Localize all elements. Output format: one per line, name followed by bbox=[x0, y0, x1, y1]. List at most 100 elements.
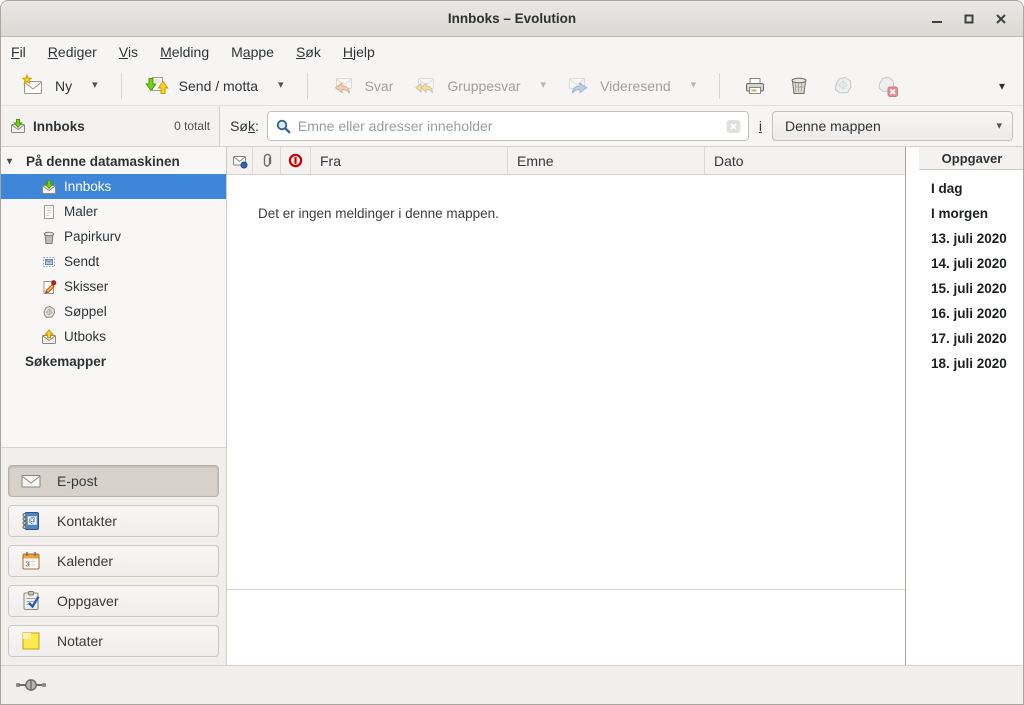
switcher-kalender-button[interactable]: 3 Kalender bbox=[8, 545, 219, 577]
todo-item-date[interactable]: 16. juli 2020 bbox=[931, 301, 1024, 326]
todo-item-date[interactable]: 13. juli 2020 bbox=[931, 226, 1024, 251]
menu-fil[interactable]: Fil bbox=[11, 41, 37, 63]
forward-icon bbox=[566, 74, 590, 98]
online-status-plug-icon[interactable] bbox=[15, 677, 47, 693]
todo-item-idag[interactable]: I dag bbox=[931, 176, 1024, 201]
folder-maler[interactable]: Maler bbox=[1, 199, 226, 224]
todo-item-date[interactable]: 18. juli 2020 bbox=[931, 351, 1024, 376]
reply-all-dropdown-icon[interactable]: ▾ bbox=[541, 80, 547, 91]
junk-button[interactable] bbox=[824, 69, 862, 103]
search-scope-value: Denne mappen bbox=[785, 118, 881, 134]
column-emne[interactable]: Emne bbox=[508, 147, 705, 174]
message-list-header: Fra Emne Dato bbox=[227, 147, 905, 175]
switcher-notater-button[interactable]: Notater bbox=[8, 625, 219, 657]
outbox-icon bbox=[41, 329, 57, 345]
search-input[interactable] bbox=[268, 118, 748, 134]
expander-icon[interactable]: ▾ bbox=[7, 156, 19, 167]
window-title: Innboks – Evolution bbox=[448, 11, 576, 26]
toolbar-separator bbox=[307, 73, 308, 99]
todo-item-date[interactable]: 17. juli 2020 bbox=[931, 326, 1024, 351]
send-receive-label: Send / motta bbox=[179, 78, 258, 94]
column-fra[interactable]: Fra bbox=[311, 147, 508, 174]
column-important[interactable] bbox=[281, 147, 311, 174]
menu-vis[interactable]: Vis bbox=[119, 41, 149, 63]
reply-all-label: Gruppesvar bbox=[447, 78, 520, 94]
forward-label: Videresend bbox=[600, 78, 671, 94]
new-message-label: Ny bbox=[55, 78, 72, 94]
menu-rediger[interactable]: Rediger bbox=[48, 41, 108, 63]
folder-sendt[interactable]: Sendt bbox=[1, 249, 226, 274]
menu-sok[interactable]: Søk bbox=[296, 41, 332, 63]
column-dato[interactable]: Dato bbox=[705, 147, 905, 174]
reply-all-button[interactable]: Gruppesvar ▾ bbox=[403, 70, 556, 102]
folder-skisser[interactable]: Skisser bbox=[1, 274, 226, 299]
view-switcher: E-post @ Kontakter bbox=[1, 447, 226, 667]
todo-item-date[interactable]: 15. juli 2020 bbox=[931, 276, 1024, 301]
minimize-button[interactable] bbox=[921, 4, 953, 34]
forward-dropdown-icon[interactable]: ▾ bbox=[691, 80, 697, 91]
search-box bbox=[267, 111, 749, 141]
inbox-icon bbox=[10, 118, 26, 134]
clear-search-icon[interactable] bbox=[726, 119, 741, 134]
reply-label: Svar bbox=[365, 78, 394, 94]
delete-button[interactable] bbox=[780, 69, 818, 103]
send-receive-dropdown-icon[interactable]: ▾ bbox=[278, 80, 284, 91]
inbox-icon bbox=[41, 179, 57, 195]
folder-soppel[interactable]: Søppel bbox=[1, 299, 226, 324]
message-list-pane: Fra Emne Dato Det er ingen meldinger i d… bbox=[227, 147, 906, 667]
forward-button[interactable]: Videresend ▾ bbox=[556, 70, 706, 102]
search-scope-dropdown[interactable]: Denne mappen ▾ bbox=[772, 111, 1013, 141]
switcher-kontakter-button[interactable]: @ Kontakter bbox=[8, 505, 219, 537]
tree-root-on-this-computer[interactable]: ▾ På denne datamaskinen bbox=[1, 149, 226, 174]
new-message-dropdown-icon[interactable]: ▾ bbox=[92, 80, 98, 91]
send-receive-button[interactable]: Send / motta ▾ bbox=[135, 70, 294, 102]
toolbar-overflow-button[interactable]: ▾ bbox=[991, 75, 1013, 97]
folder-header: Innboks 0 totalt bbox=[1, 106, 220, 146]
menu-hjelp[interactable]: Hjelp bbox=[343, 41, 386, 63]
tree-group-sokemapper[interactable]: Søkemapper bbox=[1, 349, 226, 374]
message-preview-pane[interactable] bbox=[227, 590, 905, 667]
menu-mappe[interactable]: Mappe bbox=[231, 41, 285, 63]
drafts-icon bbox=[41, 279, 57, 295]
trash-icon bbox=[41, 229, 57, 245]
todo-item-imorgen[interactable]: I morgen bbox=[931, 201, 1024, 226]
new-mail-icon bbox=[21, 74, 45, 98]
todo-bar-header[interactable]: Oppgaver bbox=[919, 147, 1024, 170]
close-button[interactable] bbox=[985, 4, 1017, 34]
message-list-body[interactable]: Det er ingen meldinger i denne mappen. bbox=[227, 175, 905, 590]
maximize-icon bbox=[963, 13, 975, 25]
reply-icon bbox=[331, 74, 355, 98]
reply-all-icon bbox=[413, 74, 437, 98]
switcher-oppgaver-button[interactable]: Oppgaver bbox=[8, 585, 219, 617]
folder-utboks[interactable]: Utboks bbox=[1, 324, 226, 349]
folder-papirkurv[interactable]: Papirkurv bbox=[1, 224, 226, 249]
notes-icon bbox=[20, 630, 42, 652]
calendar-icon: 3 bbox=[20, 550, 42, 572]
new-message-button[interactable]: Ny ▾ bbox=[11, 70, 108, 102]
maximize-button[interactable] bbox=[953, 4, 985, 34]
todo-item-date[interactable]: 14. juli 2020 bbox=[931, 251, 1024, 276]
message-status-icon bbox=[232, 153, 248, 169]
column-attachment[interactable] bbox=[253, 147, 281, 174]
junk-icon bbox=[41, 304, 57, 320]
not-junk-button[interactable] bbox=[868, 69, 906, 103]
search-row: Innboks 0 totalt Søk: bbox=[1, 106, 1023, 147]
print-button[interactable] bbox=[736, 69, 774, 103]
tasks-icon bbox=[20, 590, 42, 612]
reply-button[interactable]: Svar bbox=[321, 70, 404, 102]
menu-melding[interactable]: Melding bbox=[160, 41, 220, 63]
print-icon bbox=[743, 74, 767, 98]
current-folder-name: Innboks bbox=[33, 119, 85, 134]
contacts-icon: @ bbox=[20, 510, 42, 532]
close-icon bbox=[995, 13, 1007, 25]
empty-folder-message: Det er ingen meldinger i denne mappen. bbox=[258, 206, 499, 221]
column-status[interactable] bbox=[227, 147, 253, 174]
switcher-epost-button[interactable]: E-post bbox=[8, 465, 219, 497]
search-scope-label: i bbox=[759, 118, 762, 134]
folder-innboks[interactable]: Innboks bbox=[1, 174, 226, 199]
search-icon bbox=[275, 118, 292, 135]
paperclip-icon bbox=[259, 153, 275, 169]
toolbar-separator bbox=[121, 73, 122, 99]
minimize-icon bbox=[931, 13, 943, 25]
trash-icon bbox=[787, 74, 811, 98]
